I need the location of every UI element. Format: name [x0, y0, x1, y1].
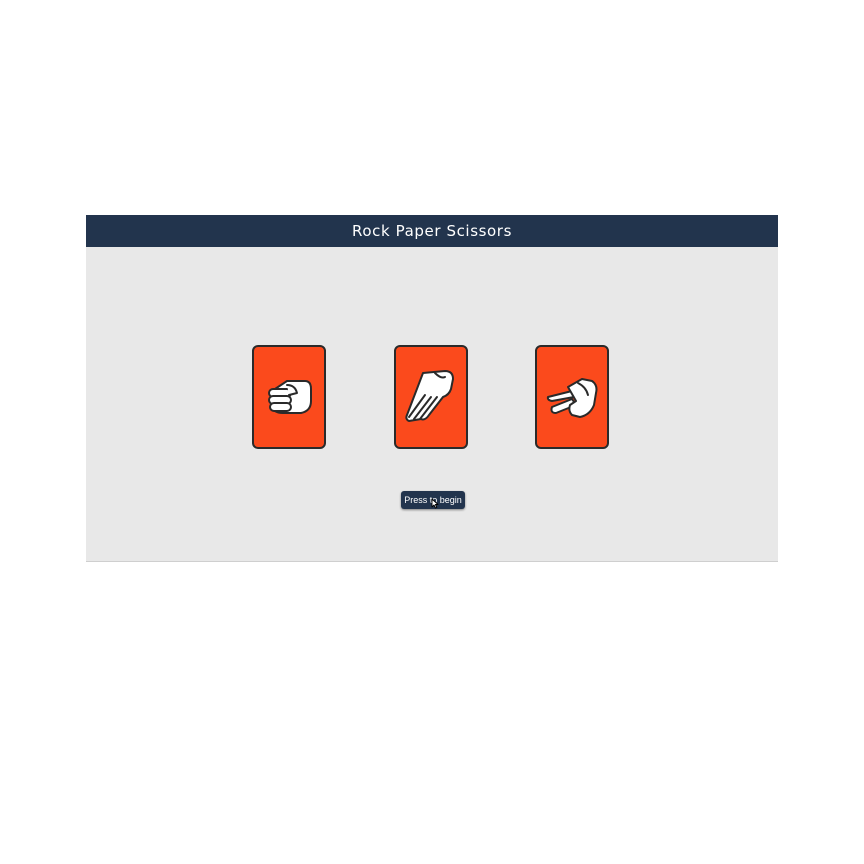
start-button[interactable]: Press to begin	[401, 491, 465, 509]
rock-card[interactable]	[252, 345, 326, 449]
header-bar: Rock Paper Scissors	[86, 215, 778, 247]
scissors-v-hand-icon	[546, 378, 598, 418]
rock-fist-icon	[268, 380, 312, 414]
paper-open-hand-icon	[405, 370, 454, 422]
page-title: Rock Paper Scissors	[351, 222, 512, 240]
scissors-card[interactable]	[535, 345, 609, 449]
paper-card[interactable]	[394, 345, 468, 449]
game-panel: Rock Paper Scissors Press to begin	[86, 215, 778, 562]
